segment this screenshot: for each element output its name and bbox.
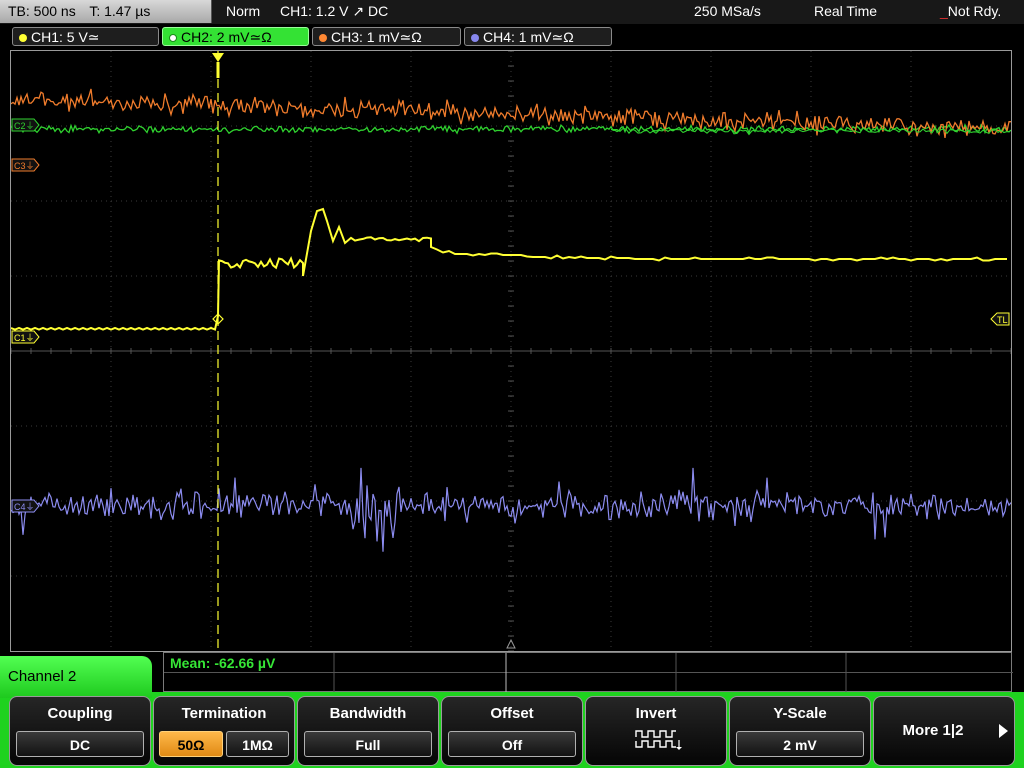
more-softkey[interactable]: More 1|2 — [873, 696, 1015, 766]
chevron-right-icon — [999, 724, 1008, 738]
invert-title: Invert — [635, 705, 677, 722]
trigger-info[interactable]: CH1: 1.2 V ↗ DC — [280, 0, 388, 23]
c2-ground-marker[interactable]: C2⏚ — [11, 118, 40, 132]
trigger-mode[interactable]: Norm — [226, 0, 260, 23]
c4-ground-marker[interactable]: C4⏚ — [11, 499, 40, 513]
channel-color-dot-icon — [471, 34, 479, 42]
waveform-canvas: C2⏚ C3⏚ C1⏚ C4⏚ TL — [11, 51, 1011, 651]
channel-tab-label: CH4: 1 mV≃Ω — [483, 29, 574, 45]
trigger-level-marker[interactable]: TL — [990, 312, 1010, 326]
channel-tab-ch3[interactable]: CH3: 1 mV≃Ω — [312, 27, 461, 46]
waveform-display[interactable]: C2⏚ C3⏚ C1⏚ C4⏚ TL — [10, 50, 1012, 652]
offset-value[interactable]: Off — [448, 731, 576, 757]
c4-ground-label: C4⏚ — [14, 502, 35, 512]
trigger-time-label: T: 1.47 µs — [89, 3, 151, 19]
trigger-marker-stem — [216, 62, 220, 78]
termination-1mohm-option[interactable]: 1MΩ — [226, 731, 289, 757]
invert-softkey[interactable]: Invert — [585, 696, 727, 766]
acquisition-mode: Real Time — [814, 3, 878, 19]
c3-ground-marker[interactable]: C3⏚ — [11, 158, 40, 172]
channel-color-dot-icon — [169, 34, 177, 42]
trigger-position-marker-icon[interactable] — [212, 53, 224, 62]
more-label: More 1|2 — [902, 722, 964, 739]
termination-title: Termination — [181, 705, 267, 722]
channel-color-dot-icon — [19, 34, 27, 42]
acquisition-state: _Not Rdy. — [940, 3, 1002, 19]
acquisition-state-label: Not Rdy. — [947, 3, 1002, 19]
bandwidth-title: Bandwidth — [329, 705, 407, 722]
c1-ground-label: C1⏚ — [14, 333, 35, 343]
offset-softkey[interactable]: Offset Off — [441, 696, 583, 766]
sample-rate: 250 MSa/s — [694, 3, 761, 19]
mean-measurement[interactable]: Mean: -62.66 µV — [170, 655, 275, 671]
y-scale-title: Y-Scale — [773, 705, 827, 722]
c2-ground-label: C2⏚ — [14, 121, 35, 131]
status-bar: TB: 500 ns T: 1.47 µs Norm CH1: 1.2 V ↗ … — [0, 0, 1024, 24]
y-scale-softkey[interactable]: Y-Scale 2 mV — [729, 696, 871, 766]
measurement-grid — [164, 653, 1013, 693]
coupling-title: Coupling — [47, 705, 113, 722]
measurement-panel: Mean: -62.66 µV — [163, 652, 1013, 693]
channel-color-dot-icon — [319, 34, 327, 42]
c1-ground-marker[interactable]: C1⏚ — [11, 330, 40, 344]
graticule — [11, 51, 1011, 651]
termination-softkey[interactable]: Termination 50Ω 1MΩ — [153, 696, 295, 766]
bandwidth-value[interactable]: Full — [304, 731, 432, 757]
coupling-softkey[interactable]: Coupling DC — [9, 696, 151, 766]
y-scale-value[interactable]: 2 mV — [736, 731, 864, 757]
offset-title: Offset — [490, 705, 534, 722]
channel-tab-label: CH2: 2 mV≃Ω — [181, 29, 272, 45]
trigger-level-label: TL — [997, 315, 1008, 325]
c3-ground-label: C3⏚ — [14, 161, 35, 171]
coupling-value[interactable]: DC — [16, 731, 144, 757]
bandwidth-softkey[interactable]: Bandwidth Full — [297, 696, 439, 766]
channel-tab-ch1[interactable]: CH1: 5 V≃ — [12, 27, 159, 46]
channel-tabs: CH1: 5 V≃ CH2: 2 mV≃Ω CH3: 1 mV≃Ω CH4: 1… — [0, 26, 1024, 48]
channel-tab-ch2[interactable]: CH2: 2 mV≃Ω — [162, 27, 309, 46]
channel-4-trace — [11, 467, 1011, 552]
timebase-label: TB: 500 ns — [8, 3, 76, 19]
menu-title: Channel 2 — [0, 656, 152, 698]
channel-tab-ch4[interactable]: CH4: 1 mV≃Ω — [464, 27, 612, 46]
termination-50ohm-option[interactable]: 50Ω — [159, 731, 223, 757]
invert-waveform-icon — [635, 730, 682, 750]
timebase-box[interactable]: TB: 500 ns T: 1.47 µs — [0, 0, 212, 23]
channel-tab-label: CH3: 1 mV≃Ω — [331, 29, 422, 45]
channel-1-trace — [11, 207, 1007, 331]
channel-tab-label: CH1: 5 V≃ — [31, 29, 100, 45]
